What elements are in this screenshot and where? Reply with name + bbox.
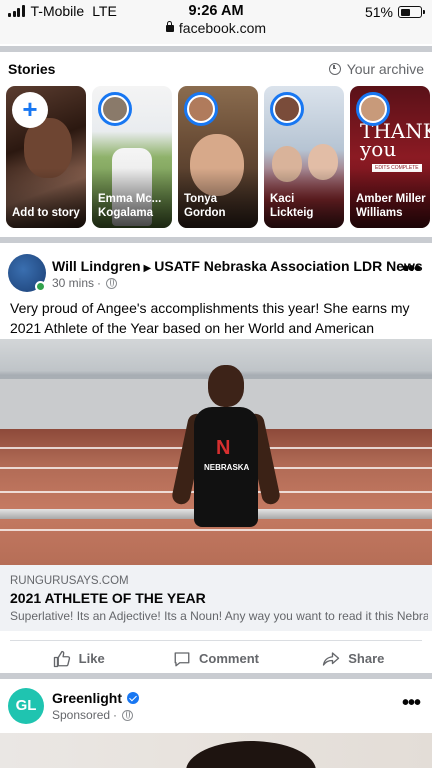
sponsor-name[interactable]: Greenlight [52,690,122,706]
story-card-add[interactable]: + Add to story [6,86,86,228]
url-text: facebook.com [178,20,267,36]
globe-icon [122,709,134,721]
link-description: Superlative! Its an Adjective! Its a Nou… [10,609,428,623]
battery-percent: 51% [364,4,393,20]
post-photo[interactable]: N NEBRASKA [0,339,432,565]
post-meta: 30 mins · [52,276,118,290]
post-actions: Like Comment Share [10,640,422,672]
like-label: Like [78,651,105,666]
lock-icon [165,21,174,32]
like-button[interactable]: Like [10,644,147,674]
avatar [184,92,218,126]
story-card[interactable]: Tonya Gordon [178,86,258,228]
address-bar[interactable]: facebook.com [0,20,432,36]
status-bar: T-Mobile LTE 9:26 AM facebook.com 51% [0,0,432,44]
story-card[interactable]: Kaci Lickteig [264,86,344,228]
share-icon [323,651,340,666]
comment-label: Comment [199,651,259,666]
sponsor-name-line: Greenlight [52,690,140,706]
share-button[interactable]: Share [285,644,422,674]
greenlight-logo[interactable]: GL [8,688,44,724]
story-name: Amber Miller Williams [356,193,426,219]
story-card[interactable]: THANK you EDITS COMPLETE Amber Miller Wi… [350,86,430,228]
share-label: Share [348,651,385,666]
link-title: 2021 ATHLETE OF THE YEAR [10,590,206,606]
story-card-headline: THANK you [360,119,430,161]
link-preview[interactable]: RUNGURUSAYS.COM 2021 ATHLETE OF THE YEAR… [0,565,432,631]
verified-badge-icon [127,692,140,704]
battery-info: 51% [364,4,425,20]
more-options-icon[interactable]: ••• [402,258,421,281]
story-name: Emma Mc... Kogalama [98,193,162,219]
plus-icon[interactable]: + [12,92,48,128]
stories-header: Stories Your archive [0,56,432,84]
sponsored-meta: Sponsored · [52,708,134,722]
jersey-text: NEBRASKA [204,463,250,472]
story-name: Tonya Gordon [184,193,226,219]
stories-title: Stories [8,61,56,77]
divider [0,673,432,679]
online-indicator [35,281,46,292]
post-author[interactable]: Will Lindgren [52,258,141,274]
story-name: Add to story [12,207,80,219]
sponsored-post-header: GL Greenlight Sponsored · ••• [0,684,432,728]
divider [0,237,432,243]
sponsored-image[interactable] [0,733,432,768]
story-name: Kaci Lickteig [270,193,314,219]
comment-icon [174,651,190,666]
sponsored-label: Sponsored [52,708,111,722]
post-header: Will Lindgren ▶ USATF Nebraska Association… [0,252,432,296]
avatar [356,92,390,126]
thumbs-up-icon [53,650,70,667]
athlete-figure: N NEBRASKA [170,365,282,565]
post-group[interactable]: USATF Nebraska Association LDR News [154,258,422,274]
avatar [270,92,304,126]
globe-icon [106,277,118,289]
arrow-icon: ▶ [143,263,152,274]
comment-button[interactable]: Comment [147,644,284,674]
battery-icon [398,6,425,18]
link-domain: RUNGURUSAYS.COM [10,575,129,587]
post-author-line: Will Lindgren ▶ USATF Nebraska Association… [52,258,423,274]
stories-tray: + Add to story Emma Mc... Kogalama Tonya… [6,86,430,228]
post-time[interactable]: 30 mins [52,276,94,290]
more-options-icon[interactable]: ••• [402,692,421,715]
story-card[interactable]: Emma Mc... Kogalama [92,86,172,228]
your-archive-link[interactable]: Your archive [328,61,424,77]
archive-label: Your archive [346,61,424,77]
clock-icon [328,63,341,75]
divider [0,46,432,52]
avatar [98,92,132,126]
